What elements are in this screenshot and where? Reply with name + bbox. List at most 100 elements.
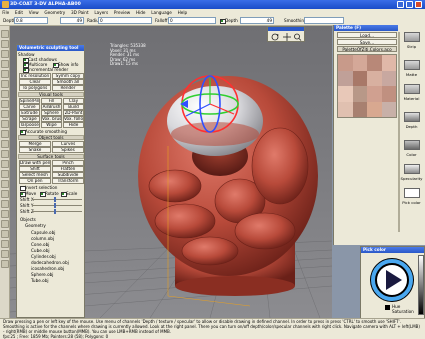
color-swatch[interactable] <box>381 101 396 117</box>
symm-copy-button[interactable]: Symm copy <box>52 73 84 79</box>
menu-hide[interactable]: Hide <box>134 10 148 15</box>
file-item[interactable]: Sphere.obj <box>31 272 53 277</box>
color-swatch[interactable] <box>338 101 353 117</box>
hide-button[interactable]: Hide <box>63 122 84 128</box>
color-swatch[interactable] <box>367 70 382 86</box>
move-tool-icon[interactable] <box>1 190 9 198</box>
wipe-button[interactable]: Wipe <box>41 122 62 128</box>
vox-brush-button[interactable]: Vox. brush <box>41 116 62 122</box>
smoothing-field[interactable] <box>304 17 344 24</box>
specularity-channel-icon[interactable] <box>404 164 420 174</box>
subdivide-button[interactable]: Subdivide <box>52 172 84 178</box>
shift-y-track[interactable] <box>32 205 82 206</box>
depth-channel-icon[interactable] <box>404 112 420 122</box>
falloff-field[interactable]: 0 <box>168 17 216 24</box>
file-item[interactable]: Cone.obj <box>31 242 49 247</box>
object-tools-header[interactable]: Object tools <box>18 135 84 140</box>
color-swatch[interactable] <box>338 70 353 86</box>
gradient-tool-icon[interactable] <box>1 140 9 148</box>
move-checkbox[interactable]: Move <box>20 191 36 198</box>
accurate-smoothing-checkbox[interactable]: Accurate smoothing <box>20 129 67 136</box>
file-item[interactable]: Cylinder.obj <box>31 254 56 259</box>
matte-channel-icon[interactable] <box>404 60 420 70</box>
value-field[interactable]: 49 <box>60 17 84 24</box>
maximize-button[interactable] <box>406 1 413 8</box>
value-bar[interactable] <box>418 255 424 315</box>
color-wheel[interactable] <box>367 255 417 305</box>
to-polygons-button[interactable]: To polygons <box>19 85 51 91</box>
move-icon[interactable] <box>283 33 291 41</box>
file-item[interactable]: column.obj <box>31 236 54 241</box>
color-swatch[interactable] <box>367 101 382 117</box>
lasso-tool-icon[interactable] <box>1 70 9 78</box>
rotate-icon[interactable] <box>271 33 279 41</box>
spikes-button[interactable]: Spikes <box>52 147 84 153</box>
shift-x-knob[interactable] <box>54 197 56 202</box>
objects-header[interactable]: Objects <box>20 217 36 222</box>
clear-button[interactable]: Clear <box>19 79 51 85</box>
radius-field[interactable]: 0 <box>98 17 152 24</box>
menu-view[interactable]: View <box>27 10 41 15</box>
shift-z-knob[interactable] <box>54 209 56 214</box>
extrude-button[interactable]: Extrude <box>19 110 40 116</box>
color-swatch[interactable] <box>338 55 353 71</box>
geometry-folder[interactable]: Geometry <box>25 223 46 228</box>
sphere-button[interactable]: Sphere <box>41 110 62 116</box>
surface-tools-header[interactable]: Surface tools <box>18 154 84 159</box>
color-channel-icon[interactable] <box>404 140 420 150</box>
color-swatch[interactable] <box>367 86 382 102</box>
color-swatch[interactable] <box>381 55 396 71</box>
color-swatch[interactable] <box>367 55 382 71</box>
brush-tool-icon[interactable] <box>1 30 9 38</box>
airbrush-button[interactable]: AirBrush <box>41 104 62 110</box>
file-item[interactable]: dodecahedron.obj <box>31 260 69 265</box>
pen-tool-icon[interactable] <box>1 50 9 58</box>
snake-button[interactable]: Snake <box>19 147 51 153</box>
transform-button[interactable]: Transform <box>52 178 84 184</box>
pick-tool-icon[interactable] <box>1 220 9 228</box>
square-tool-icon[interactable] <box>1 60 9 68</box>
color-swatch[interactable] <box>352 101 367 117</box>
rotate-checkbox[interactable]: Rotate <box>40 191 59 198</box>
text-tool-icon[interactable] <box>1 120 9 128</box>
polygon-tool-icon[interactable] <box>1 100 9 108</box>
shift-z-track[interactable] <box>32 211 82 212</box>
shift-y-knob[interactable] <box>54 203 56 208</box>
scale-checkbox[interactable]: Scale <box>61 191 77 198</box>
zoom-tool-icon[interactable] <box>1 240 9 248</box>
fill-tool-icon[interactable] <box>1 110 9 118</box>
color-swatch[interactable] <box>352 86 367 102</box>
measure-tool-icon[interactable] <box>1 250 9 258</box>
2d-paint-button[interactable]: 2D-Paint <box>63 110 84 116</box>
file-item[interactable]: Tube.obj <box>31 278 49 283</box>
pick-color-swatch[interactable] <box>404 188 420 198</box>
hand-tool-icon[interactable] <box>1 230 9 238</box>
fill-button[interactable]: Fill <box>41 98 62 104</box>
color-swatch[interactable] <box>352 70 367 86</box>
menu-3d-paint[interactable]: 3D Paint <box>69 10 91 15</box>
clay-button[interactable]: Clay <box>63 98 84 104</box>
spine-pin-button[interactable]: Spine/Pin <box>19 98 40 104</box>
spline-tool-icon[interactable] <box>1 80 9 88</box>
file-item[interactable]: icosahedron.obj <box>31 266 64 271</box>
tarpoose-button[interactable]: Tarpoose <box>19 122 40 128</box>
draw-with-pen-button[interactable]: Draw with pen <box>19 160 51 166</box>
menu-edit[interactable]: Edit <box>13 10 25 15</box>
select-mesh-button[interactable]: Select mesh <box>19 172 51 178</box>
visual-tools-header[interactable]: Visual tools <box>18 92 84 97</box>
menu-preview[interactable]: Preview <box>112 10 133 15</box>
file-item[interactable]: Cube.obj <box>31 248 50 253</box>
options-tool-icon[interactable] <box>1 260 9 268</box>
render-button[interactable]: Render <box>52 85 84 91</box>
shift-x-track[interactable] <box>32 199 82 200</box>
material-channel-icon[interactable] <box>404 84 420 94</box>
depth-field[interactable]: 0.8 <box>14 17 48 24</box>
zoom-icon[interactable] <box>294 33 302 41</box>
mask-tool-icon[interactable] <box>1 150 9 158</box>
stamp-tool-icon[interactable] <box>1 170 9 178</box>
current-color-swatch[interactable] <box>385 305 390 310</box>
menu-help[interactable]: Help <box>175 10 189 15</box>
menu-language[interactable]: Language <box>149 10 174 15</box>
file-item[interactable]: Capsule.obj <box>31 230 55 235</box>
flatten-button[interactable]: Flatten <box>52 166 84 172</box>
